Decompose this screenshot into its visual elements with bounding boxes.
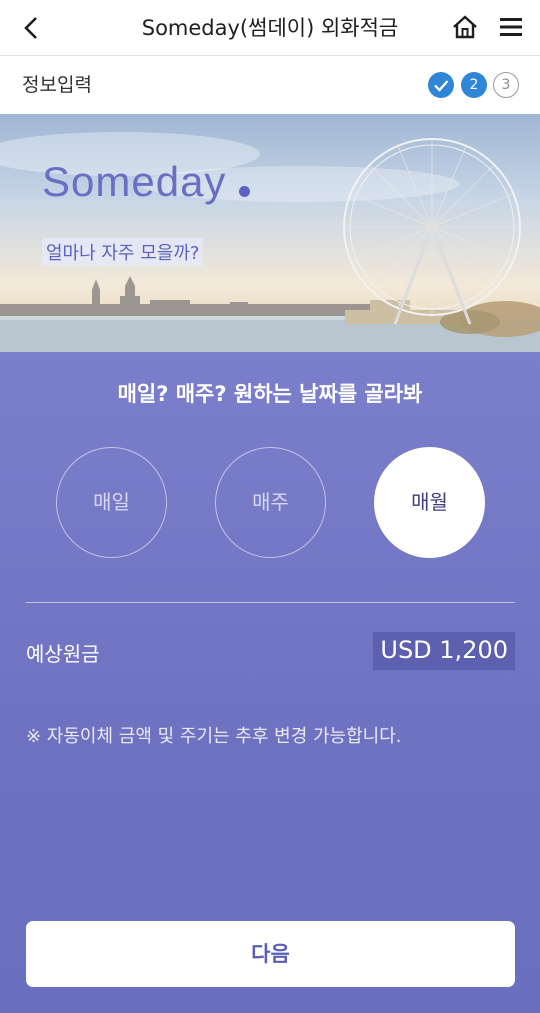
- brand-logo-text: Someday: [42, 158, 227, 205]
- app-header: Someday(썸데이) 외화적금: [0, 0, 540, 56]
- brand-logo-dot: [239, 186, 250, 197]
- hamburger-menu-icon: [500, 18, 522, 36]
- frequency-panel: 매일? 매주? 원하는 날짜를 골라봐 매일 매주 매월 예상원금 USD 1,…: [0, 352, 540, 1013]
- option-weekly[interactable]: 매주: [215, 447, 326, 558]
- estimate-value: USD 1,200: [373, 632, 515, 670]
- home-icon: [453, 15, 477, 39]
- frequency-question: 매일? 매주? 원하는 날짜를 골라봐: [117, 382, 423, 406]
- estimate-label: 예상원금: [26, 642, 100, 666]
- home-button[interactable]: [451, 13, 479, 41]
- notice-text: ※ 자동이체 금액 및 주기는 추후 변경 가능합니다.: [26, 726, 402, 747]
- check-icon: [434, 80, 449, 92]
- next-button[interactable]: 다음: [26, 921, 515, 987]
- step-1-complete: [428, 72, 454, 98]
- london-skyline-illustration: [0, 132, 540, 352]
- chevron-left-icon: [24, 17, 37, 39]
- hero-subtitle: 얼마나 자주 모을까?: [42, 238, 204, 266]
- back-button[interactable]: [18, 14, 46, 42]
- step-3-pending: 3: [493, 72, 519, 98]
- option-daily[interactable]: 매일: [56, 447, 167, 558]
- divider: [26, 602, 515, 603]
- menu-button[interactable]: [498, 14, 524, 40]
- step-2-current: 2: [461, 72, 487, 98]
- hero-banner: Someday 얼마나 자주 모을까?: [0, 114, 540, 352]
- step-indicator-bar: 정보입력 2 3: [0, 56, 540, 114]
- page-title: Someday(썸데이) 외화적금: [141, 16, 399, 40]
- step-title: 정보입력: [22, 74, 92, 96]
- option-monthly[interactable]: 매월: [374, 447, 485, 558]
